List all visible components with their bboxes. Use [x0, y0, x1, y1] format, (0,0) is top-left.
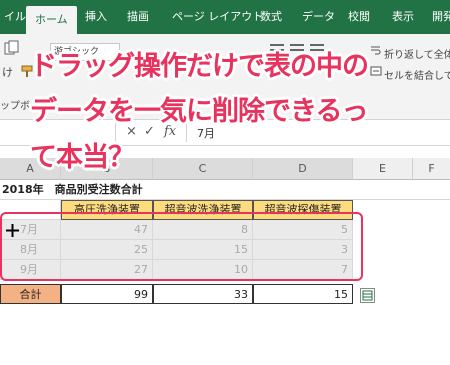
- merge-center-icon[interactable]: [370, 65, 382, 77]
- wrap-text-button[interactable]: 折り返して全体: [384, 46, 450, 61]
- column-header-f[interactable]: F: [413, 158, 450, 180]
- ribbon-tab-bar: イル ホーム 挿入 描画 ページ レイアウト 数式 データ 校閲 表示 開発: [0, 0, 450, 34]
- column-header-d[interactable]: D: [253, 158, 353, 180]
- caption-line-3: て本当？: [30, 142, 135, 173]
- tab-formulas[interactable]: 数式: [260, 0, 282, 34]
- caption-line-1: ドラッグ操作だけで表の中の: [30, 51, 369, 82]
- copy-icon[interactable]: [3, 40, 21, 58]
- tab-draw[interactable]: 描画: [127, 0, 149, 34]
- tab-insert[interactable]: 挿入: [85, 0, 107, 34]
- tab-page-layout[interactable]: ページ レイアウト: [172, 0, 263, 34]
- total-cell[interactable]: 99: [61, 284, 153, 304]
- tab-home[interactable]: ホーム: [26, 6, 77, 34]
- column-header-e[interactable]: E: [353, 158, 413, 180]
- tab-view[interactable]: 表示: [392, 0, 414, 34]
- total-cell[interactable]: 33: [153, 284, 253, 304]
- paste-label[interactable]: け: [2, 64, 13, 80]
- sheet-title-cell[interactable]: 2018年 商品別受注数合計: [0, 180, 450, 200]
- fill-cursor-icon: [6, 224, 19, 237]
- caption-line-2: データを一気に削除できるっ: [30, 96, 368, 127]
- total-cell[interactable]: 15: [253, 284, 353, 304]
- wrap-text-icon[interactable]: [370, 44, 382, 56]
- quick-analysis-icon[interactable]: [360, 288, 375, 303]
- tab-data[interactable]: データ: [302, 0, 335, 34]
- selection-highlight: [0, 212, 363, 281]
- worksheet-grid[interactable]: A B C D E F 2018年 商品別受注数合計 高圧洗浄装置 超音波洗浄装…: [0, 146, 450, 365]
- merge-center-button[interactable]: セルを結合して: [384, 67, 450, 82]
- total-label-cell[interactable]: 合計: [0, 284, 61, 304]
- column-header-c[interactable]: C: [153, 158, 253, 180]
- tab-file[interactable]: イル: [4, 0, 26, 34]
- tab-review[interactable]: 校閲: [348, 0, 370, 34]
- tab-developer[interactable]: 開発: [432, 0, 450, 34]
